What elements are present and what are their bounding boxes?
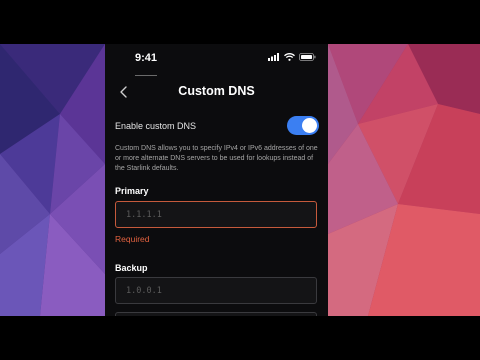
- wifi-icon: [284, 53, 295, 61]
- backup-input[interactable]: [116, 278, 316, 303]
- toggle-knob: [302, 118, 317, 133]
- letterbox-top: [0, 0, 480, 44]
- backup-label: Backup: [115, 263, 148, 273]
- background-right-art: [328, 44, 480, 316]
- page-title: Custom DNS: [178, 84, 255, 98]
- description-text: Custom DNS allows you to specify IPv4 or…: [115, 145, 318, 172]
- phone-screen: 9:41 Custom DNS Enable custom DNS Custom…: [105, 44, 328, 316]
- extra-field[interactable]: [115, 312, 317, 316]
- primary-label: Primary: [115, 186, 149, 196]
- backup-field[interactable]: [115, 277, 317, 304]
- signal-icon: [268, 53, 279, 61]
- toggle-label: Enable custom DNS: [115, 121, 197, 131]
- status-time: 9:41: [135, 52, 158, 64]
- primary-input[interactable]: [116, 202, 316, 227]
- letterbox-bottom: [0, 316, 480, 360]
- primary-error-text: Required: [115, 234, 150, 244]
- battery-icon: [299, 53, 316, 61]
- status-divider: [135, 75, 157, 76]
- status-icons: [268, 53, 316, 61]
- primary-field[interactable]: [115, 201, 317, 228]
- custom-dns-toggle[interactable]: [287, 116, 319, 135]
- status-bar: 9:41: [105, 44, 328, 74]
- background-left-art: [0, 44, 105, 316]
